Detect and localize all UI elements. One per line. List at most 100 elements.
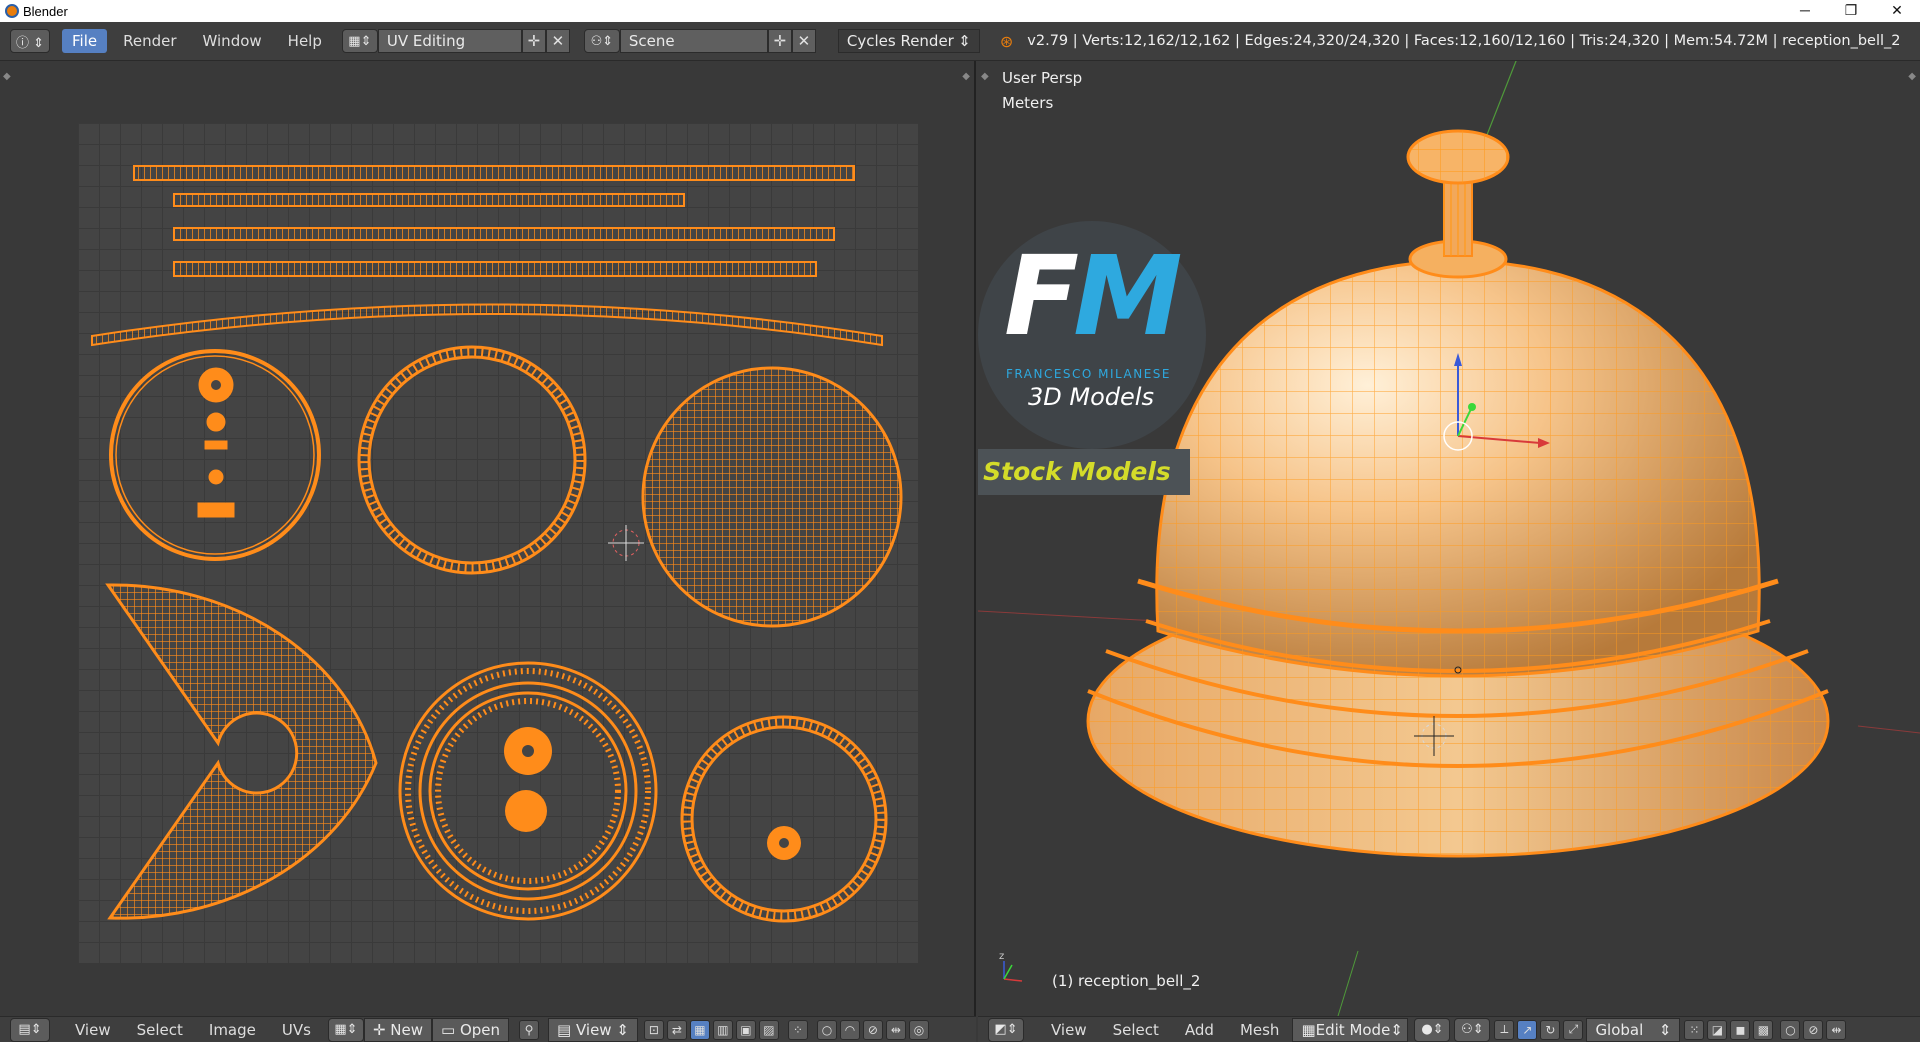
remove-layout-button[interactable]: ✕ xyxy=(545,29,570,53)
vp-menu-mesh[interactable]: Mesh xyxy=(1231,1021,1289,1039)
chevron-updown-icon: ⇕ xyxy=(958,32,971,50)
sync-selection-icon[interactable]: ⇄ xyxy=(666,1019,687,1040)
bell-mesh[interactable]: z xyxy=(978,61,1920,1016)
island-select-icon[interactable]: ▨ xyxy=(758,1019,779,1040)
uv-island-ring-4[interactable] xyxy=(680,715,888,923)
limit-selection-icon[interactable]: ▩ xyxy=(1753,1019,1774,1040)
add-layout-button[interactable]: ✛ xyxy=(521,29,546,53)
sticky-mode-icon[interactable]: ⁘ xyxy=(787,1019,808,1040)
uv-menu-image[interactable]: Image xyxy=(200,1021,265,1039)
bell-knob[interactable] xyxy=(1406,129,1510,279)
proportional-edit-icon[interactable]: ○ xyxy=(816,1019,837,1040)
vp-menu-view[interactable]: View xyxy=(1042,1021,1096,1039)
scene-stats: v2.79 | Verts:12,162/12,162 | Edges:24,3… xyxy=(1027,33,1901,49)
uv-strip-group[interactable] xyxy=(91,165,883,347)
vp-menu-select[interactable]: Select xyxy=(1104,1021,1168,1039)
viewport-shading-icon[interactable]: ●⇕ xyxy=(1414,1017,1451,1042)
uv-grid[interactable] xyxy=(78,123,918,963)
x-axis-line xyxy=(978,610,1159,622)
remove-scene-button[interactable]: ✕ xyxy=(791,29,816,53)
uv-editor[interactable]: ◆ ◆ xyxy=(0,61,976,1016)
vertex-select-icon[interactable]: ▦ xyxy=(689,1019,710,1040)
snap-toggle-icon[interactable]: ⊘ xyxy=(1803,1019,1824,1040)
image-browse-icon[interactable]: ▦⇕ xyxy=(327,1017,364,1042)
window-title: Blender xyxy=(23,3,68,19)
orientation-select[interactable]: Global ⇕ xyxy=(1586,1017,1681,1042)
render-engine-label: Cycles Render xyxy=(846,32,954,50)
falloff-icon[interactable]: ◠ xyxy=(839,1019,860,1040)
viewport-editor-type-icon[interactable]: ◩⇕ xyxy=(988,1017,1024,1042)
orientation-label: Global xyxy=(1595,1020,1644,1039)
blender-logo-icon xyxy=(5,4,19,18)
folder-icon: ▭ xyxy=(441,1020,460,1039)
region-expand-icon-right[interactable]: ◆ xyxy=(962,71,970,82)
uv-menu-uvs[interactable]: UVs xyxy=(273,1021,320,1039)
region-expand-icon[interactable]: ◆ xyxy=(3,71,11,82)
scene-field[interactable]: Scene xyxy=(619,29,768,53)
maximize-button[interactable]: ❐ xyxy=(1828,0,1874,22)
mode-select[interactable]: ▦ Edit Mode ⇕ xyxy=(1292,1017,1409,1042)
editor-type-icon[interactable]: ▤⇕ xyxy=(10,1017,50,1042)
chevron-updown-icon: ⇕ xyxy=(1658,1020,1672,1039)
pivot-point-icon[interactable]: ⚇⇕ xyxy=(1454,1017,1491,1042)
uv-island-fan[interactable] xyxy=(105,583,378,920)
window-controls: ─ ❐ ✕ xyxy=(1782,0,1920,22)
logo-letters: FM xyxy=(1004,241,1183,351)
rotate-manipulator-icon[interactable]: ↻ xyxy=(1540,1019,1561,1040)
uv-2d-cursor[interactable] xyxy=(608,525,644,561)
3d-viewport[interactable]: ◆ ◆ User Persp Meters z FM FRANCESCO MIL… xyxy=(978,61,1920,1016)
menu-file[interactable]: File xyxy=(62,29,108,53)
screen-layout-icon[interactable]: ▦⇕ xyxy=(341,29,378,53)
vp-menu-add[interactable]: Add xyxy=(1176,1021,1223,1039)
close-button[interactable]: ✕ xyxy=(1874,0,1920,22)
edit-mode-icon: ▦ xyxy=(1301,1020,1316,1039)
uv-island-ring-1[interactable] xyxy=(109,349,321,561)
logo-tagline: 3D Models xyxy=(1028,383,1154,411)
manipulator-toggle-icon[interactable]: ⟂ xyxy=(1494,1019,1515,1040)
face-select-icon[interactable]: ▣ xyxy=(735,1019,756,1040)
snap-target-icon[interactable]: ⇹ xyxy=(885,1019,906,1040)
logo-letter-m: M xyxy=(1073,232,1182,360)
edge-mode-icon[interactable]: ◪ xyxy=(1707,1019,1728,1040)
active-object-label: (1) reception_bell_2 xyxy=(1052,972,1201,990)
uv-menu-view[interactable]: View xyxy=(66,1021,120,1039)
logo-letter-f: F xyxy=(1004,232,1079,360)
bell-dome[interactable] xyxy=(1137,259,1779,678)
snap-icon[interactable]: ⊘ xyxy=(862,1019,883,1040)
uv-islands[interactable] xyxy=(78,123,918,963)
mode-label: Edit Mode xyxy=(1315,1020,1391,1039)
uv-island-disc[interactable] xyxy=(641,366,903,628)
render-slot-icon[interactable]: ◎ xyxy=(908,1019,929,1040)
uv-island-ring-3[interactable] xyxy=(398,661,658,921)
chevron-updown-icon: ⇕ xyxy=(611,1020,629,1039)
logo-brand: FRANCESCO MILANESE xyxy=(1006,367,1171,381)
minimize-button[interactable]: ─ xyxy=(1782,0,1828,22)
face-mode-icon[interactable]: ◼ xyxy=(1730,1019,1751,1040)
screen-layout-field[interactable]: UV Editing xyxy=(377,29,522,53)
uv-menu-select[interactable]: Select xyxy=(128,1021,192,1039)
snap-element-icon[interactable]: ⇹ xyxy=(1826,1019,1847,1040)
chevron-updown-icon: ⇕ xyxy=(1390,1020,1403,1039)
pivot-icon[interactable]: ⊡ xyxy=(643,1019,664,1040)
scale-manipulator-icon[interactable]: ⤢ xyxy=(1563,1019,1584,1040)
new-image-button[interactable]: ✛ New xyxy=(363,1017,432,1042)
view-mode-select[interactable]: ▤ View ⇕ xyxy=(548,1017,638,1042)
edge-select-icon[interactable]: ▥ xyxy=(712,1019,733,1040)
view-mode-icon: ▤ xyxy=(557,1020,576,1039)
render-engine-select[interactable]: Cycles Render ⇕ xyxy=(837,29,980,53)
translate-manipulator-icon[interactable]: ↗ xyxy=(1517,1019,1538,1040)
menu-window[interactable]: Window xyxy=(193,29,272,53)
vertex-mode-icon[interactable]: ⁙ xyxy=(1684,1019,1705,1040)
pin-icon[interactable]: ⚲ xyxy=(519,1019,540,1040)
open-image-button[interactable]: ▭ Open xyxy=(432,1017,510,1042)
uv-island-ring-2[interactable] xyxy=(357,345,587,575)
menu-help[interactable]: Help xyxy=(278,29,332,53)
proportional-editing-icon[interactable]: ○ xyxy=(1780,1019,1801,1040)
scene-icon[interactable]: ⚇⇕ xyxy=(583,29,620,53)
uv-editor-header: ▤⇕ View Select Image UVs ▦⇕ ✛ New ▭ Open… xyxy=(0,1016,976,1042)
menu-render[interactable]: Render xyxy=(113,29,186,53)
info-icon[interactable]: ⓘ ⇕ xyxy=(10,29,50,53)
add-scene-button[interactable]: ✛ xyxy=(767,29,792,53)
logo-circle: FM FRANCESCO MILANESE 3D Models xyxy=(978,221,1206,449)
axis-widget: z xyxy=(999,951,1023,982)
